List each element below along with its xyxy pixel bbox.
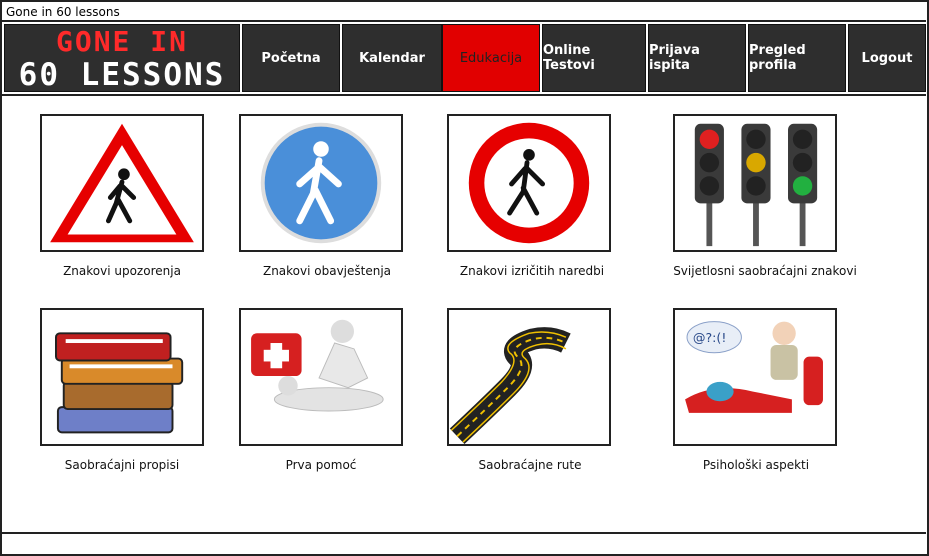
logo[interactable]: GONE IN 60 LESSONS bbox=[4, 24, 240, 92]
nav-logout[interactable]: Logout bbox=[848, 24, 926, 92]
first-aid-icon bbox=[251, 319, 384, 412]
tile-label: Znakovi obavještenja bbox=[262, 264, 392, 278]
tile-traffic-routes[interactable] bbox=[447, 308, 611, 446]
nav-online-testovi[interactable]: Online Testovi bbox=[542, 24, 646, 92]
tile-label: Saobraćajne rute bbox=[478, 458, 582, 472]
tile-psychological-aspects[interactable]: @?:(! bbox=[673, 308, 837, 446]
tile-first-aid[interactable] bbox=[239, 308, 403, 446]
svg-text:@?:(!: @?:(! bbox=[693, 330, 727, 345]
logo-line1: GONE IN bbox=[55, 25, 188, 58]
tile-prohibition-signs[interactable] bbox=[447, 114, 611, 252]
logo-line2: 60 LESSONS bbox=[18, 57, 226, 93]
traffic-light-icon bbox=[694, 123, 818, 247]
psychologist-icon: @?:(! bbox=[685, 321, 823, 413]
road-icon bbox=[449, 327, 571, 444]
tile-label: Svijetlosni saobraćajni znakovi bbox=[673, 264, 857, 278]
tile-label: Znakovi izričitih naredbi bbox=[459, 264, 605, 278]
nav-pregled-profila[interactable]: Pregled profila bbox=[748, 24, 846, 92]
tile-traffic-lights[interactable] bbox=[673, 114, 837, 252]
nav-kalendar[interactable]: Kalendar bbox=[342, 24, 442, 92]
nav-edukacija[interactable]: Edukacija bbox=[442, 24, 540, 92]
footer-bar bbox=[2, 532, 926, 554]
tile-label: Prva pomoć bbox=[285, 458, 357, 472]
tile-label: Znakovi upozorenja bbox=[63, 264, 181, 278]
nav-prijava-ispita[interactable]: Prijava ispita bbox=[648, 24, 746, 92]
tile-label: Psihološki aspekti bbox=[702, 458, 810, 472]
information-sign-icon bbox=[260, 122, 382, 244]
books-icon bbox=[54, 332, 184, 434]
tile-traffic-rules[interactable] bbox=[40, 308, 204, 446]
warning-sign-icon bbox=[50, 123, 194, 243]
header: GONE IN 60 LESSONS Početna Kalendar Eduk… bbox=[2, 24, 926, 96]
tile-warning-signs[interactable] bbox=[40, 114, 204, 252]
window-title: Gone in 60 lessons bbox=[2, 2, 926, 22]
nav-pocetna[interactable]: Početna bbox=[242, 24, 340, 92]
prohibition-sign-icon bbox=[468, 122, 590, 244]
tile-information-signs[interactable] bbox=[239, 114, 403, 252]
